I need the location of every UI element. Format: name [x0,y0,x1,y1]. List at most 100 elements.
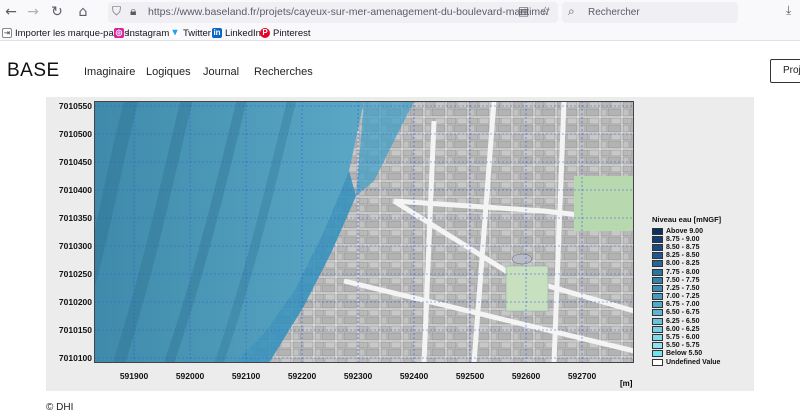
copyright-caption: © DHI [46,402,74,413]
legend-entry: 7.75 - 8.00 [652,268,721,276]
back-arrow-icon[interactable]: ← [2,3,20,21]
legend-entry: 8.25 - 8.50 [652,252,721,260]
y-tick-label: 7010350 [58,213,92,223]
linkedin-icon: in [212,28,222,38]
nav-journal[interactable]: Journal [203,66,239,78]
legend-swatch [652,334,663,342]
url-text[interactable]: https://www.baseland.fr/projets/cayeux-s… [148,6,549,18]
projects-button[interactable]: Proj [770,59,800,83]
nav-logiques[interactable]: Logiques [146,66,191,78]
y-tick-label: 7010200 [58,297,92,307]
x-tick-label: 592100 [231,371,261,381]
x-axis-unit: [m] [620,379,633,388]
legend-swatch [652,350,663,358]
legend-label: 7.75 - 8.00 [666,268,700,276]
green-park [574,176,634,231]
legend-swatch [652,235,663,243]
nav-imaginaire[interactable]: Imaginaire [84,66,135,78]
legend-label: 6.25 - 6.50 [666,317,700,325]
legend-swatch [652,227,663,235]
home-icon[interactable]: ⌂ [74,3,92,21]
nav-recherches[interactable]: Recherches [254,66,313,78]
bookmark-twitter[interactable]: ▾ Twitter [170,26,211,40]
legend-swatch [652,301,663,309]
bookmarks-toolbar: ⇥ Importer les marque-pages… ◎ Instagram… [0,25,800,41]
site-logo[interactable]: BASE [7,60,60,82]
legend-swatch [652,325,663,333]
x-tick-label: 592500 [455,371,485,381]
search-placeholder: Rechercher [588,7,640,18]
roundabout [511,253,533,265]
bookmark-linkedin[interactable]: in LinkedIn [212,26,261,40]
x-tick-label: 592000 [175,371,205,381]
import-icon: ⇥ [2,28,12,38]
legend-label: 6.75 - 7.00 [666,301,700,309]
bookmark-label: LinkedIn [225,27,261,39]
x-tick-label: 592200 [287,371,317,381]
twitter-icon: ▾ [170,28,180,38]
x-tick-label: 592600 [511,371,541,381]
bookmark-instagram[interactable]: ◎ Instagram [114,26,169,40]
legend-label: 8.00 - 8.25 [666,260,700,268]
legend-entry: 6.25 - 6.50 [652,317,721,325]
reader-view-icon[interactable]: ▤ [518,4,529,18]
legend-rows: Above 9.00 8.75 - 9.00 8.50 - 8.75 8.25 - 8… [652,227,721,366]
legend-label: 5.75 - 6.00 [666,334,700,342]
legend-entry: Above 9.00 [652,227,721,235]
reload-icon[interactable]: ↻ [48,3,66,21]
legend-label: Undefined Value [666,358,721,366]
browser-toolbar: ← → ↻ ⌂ ⛉ 🔒︎ https://www.baseland.fr/pro… [0,0,800,25]
y-tick-label: 7010550 [58,101,92,111]
download-icon[interactable]: ⤓ [786,3,791,18]
legend-entry: Below 5.50 [652,350,721,358]
legend-entry: 5.50 - 5.75 [652,342,721,350]
x-tick-label: 592400 [399,371,429,381]
legend-entry: 6.50 - 6.75 [652,309,721,317]
legend-swatch [652,252,663,260]
bookmark-label: Instagram [127,27,170,39]
flood-map-figure: 7010550 7010500 7010450 7010400 7010350 … [46,97,754,391]
instagram-icon: ◎ [114,28,124,38]
legend-label: 8.50 - 8.75 [666,243,700,251]
y-tick-label: 7010400 [58,185,92,195]
x-tick-label: 592700 [567,371,597,381]
legend-label: 7.25 - 7.50 [666,284,700,292]
bookmark-pinterest[interactable]: P Pinterest [260,26,311,40]
legend-swatch [652,293,663,301]
legend-entry: 7.25 - 7.50 [652,284,721,292]
search-icon: ⌕ [568,4,575,18]
legend-swatch [652,317,663,325]
legend-label: Above 9.00 [666,227,703,235]
y-tick-label: 7010150 [58,325,92,335]
legend-swatch [652,342,663,350]
legend-label: 6.00 - 6.25 [666,325,700,333]
legend-entry: 6.75 - 7.00 [652,301,721,309]
y-tick-label: 7010300 [58,241,92,251]
legend-swatch [652,243,663,251]
y-tick-label: 7010450 [58,157,92,167]
legend-label: 8.75 - 9.00 [666,235,700,243]
lock-icon[interactable]: 🔒︎ [130,4,136,19]
map-plot-area [94,101,634,363]
shield-icon[interactable]: ⛉ [112,4,121,19]
legend-swatch [652,284,663,292]
legend-label: Below 5.50 [666,350,703,358]
y-tick-label: 7010100 [58,353,92,363]
water-level-map [94,101,634,363]
forward-arrow-icon[interactable]: → [24,3,42,21]
y-tick-label: 7010250 [58,269,92,279]
y-tick-label: 7010500 [58,129,92,139]
legend-swatch [652,309,663,317]
legend-label: 6.50 - 6.75 [666,309,700,317]
legend-entry: 5.75 - 6.00 [652,333,721,342]
search-bar[interactable]: ⌕ Rechercher [562,2,738,23]
legend-entry: 8.00 - 8.25 [652,260,721,268]
x-tick-label: 591900 [119,371,149,381]
x-tick-label: 592300 [343,371,373,381]
legend-entry: Undefined Value [652,358,721,366]
bookmark-star-icon[interactable]: ☆ [540,4,551,18]
address-bar[interactable]: ⛉ 🔒︎ https://www.baseland.fr/projets/cay… [108,2,558,23]
pinterest-icon: P [260,28,270,38]
bookmark-label: Twitter [183,27,211,39]
legend-entry: 7.50 - 7.75 [652,276,721,284]
